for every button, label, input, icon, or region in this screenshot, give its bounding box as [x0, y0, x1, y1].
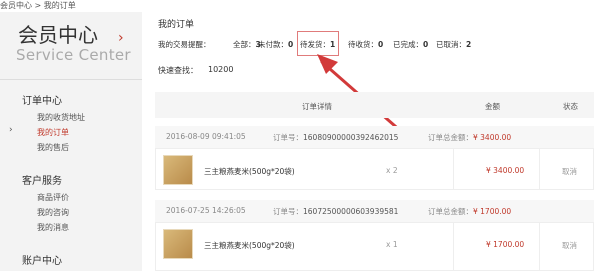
stat-completed-value: 0 — [423, 40, 429, 49]
order-total-label: 订单总金额： — [428, 207, 473, 216]
sidebar-group-orders: 订单中心 — [22, 96, 62, 107]
product-thumbnail[interactable] — [163, 229, 193, 259]
stat-cancelled-label: 已取消： — [436, 40, 466, 49]
header-order-details: 订单详情 — [302, 102, 332, 111]
sidebar-item-messages[interactable]: 我的消息 — [37, 222, 69, 233]
product-name[interactable]: 三主粮燕麦米(500g*20袋) — [204, 240, 295, 251]
sidebar-group-service: 客户服务 — [22, 176, 62, 187]
column-divider — [539, 148, 540, 190]
header-amount: 金额 — [485, 102, 500, 111]
header-status: 状态 — [563, 102, 578, 111]
order-date: 2016-08-09 09:41:05 — [166, 132, 246, 141]
sidebar-item-reviews[interactable]: 商品评价 — [37, 192, 69, 203]
order-total: 订单总金额：¥ 3400.00 — [428, 132, 511, 143]
product-price: ¥ 1700.00 — [486, 240, 525, 249]
breadcrumb[interactable]: 会员中心 > 我的订单 — [0, 0, 76, 11]
order-date: 2016-07-25 14:26:05 — [166, 206, 246, 215]
cancel-order-button[interactable]: 取消 — [562, 166, 577, 177]
column-divider — [453, 148, 454, 190]
quick-search-input[interactable]: 10200 — [208, 65, 233, 74]
stat-cancelled[interactable]: 已取消：2 — [436, 39, 471, 50]
order-number-value: 16072500000603939581 — [303, 207, 399, 216]
order-total-value: ¥ 1700.00 — [473, 207, 512, 216]
cancel-order-button[interactable]: 取消 — [562, 240, 577, 251]
order-total-label: 订单总金额： — [428, 133, 473, 142]
stat-all-label: 全部： — [233, 40, 256, 49]
quick-search-label: 快速查找： — [158, 66, 198, 75]
order-number-label: 订单号： — [273, 133, 303, 142]
stat-all[interactable]: 全部：3 — [233, 39, 261, 50]
sidebar-group-account: 账户中心 — [22, 256, 62, 267]
stat-unpaid[interactable]: 未付款：0 — [258, 39, 293, 50]
chevron-right-icon: › — [9, 125, 13, 135]
column-divider — [453, 222, 454, 271]
table-header — [155, 92, 594, 118]
order-number: 订单号：16072500000603939581 — [273, 206, 398, 217]
order-number-value: 16080900000392462015 — [303, 133, 399, 142]
sidebar-title: 会员中心 — [18, 23, 98, 47]
product-qty: x 2 — [386, 166, 398, 175]
stats-label: 我的交易提醒： — [158, 40, 211, 49]
product-thumbnail[interactable] — [163, 155, 193, 185]
sidebar-item-my-orders[interactable]: 我的订单 — [37, 127, 69, 138]
stat-unpaid-label: 未付款： — [258, 40, 288, 49]
sidebar-item-address[interactable]: 我的收货地址 — [37, 112, 85, 123]
stat-cancelled-value: 2 — [466, 40, 472, 49]
order-number-label: 订单号： — [273, 207, 303, 216]
sidebar-subtitle: Service Center — [16, 46, 131, 64]
order-total-value: ¥ 3400.00 — [473, 133, 512, 142]
chevron-right-icon: › — [118, 30, 124, 46]
sidebar-item-inquiries[interactable]: 我的咨询 — [37, 207, 69, 218]
product-qty: x 1 — [386, 240, 398, 249]
sidebar-item-after-sales[interactable]: 我的售后 — [37, 142, 69, 153]
product-price: ¥ 3400.00 — [486, 166, 525, 175]
column-divider — [539, 222, 540, 271]
sidebar-divider — [0, 79, 142, 80]
page-title: 我的订单 — [158, 20, 195, 30]
order-total: 订单总金额：¥ 1700.00 — [428, 206, 511, 217]
order-number: 订单号：16080900000392462015 — [273, 132, 398, 143]
product-name[interactable]: 三主粮燕麦米(500g*20袋) — [204, 166, 295, 177]
stat-unpaid-value: 0 — [288, 40, 294, 49]
